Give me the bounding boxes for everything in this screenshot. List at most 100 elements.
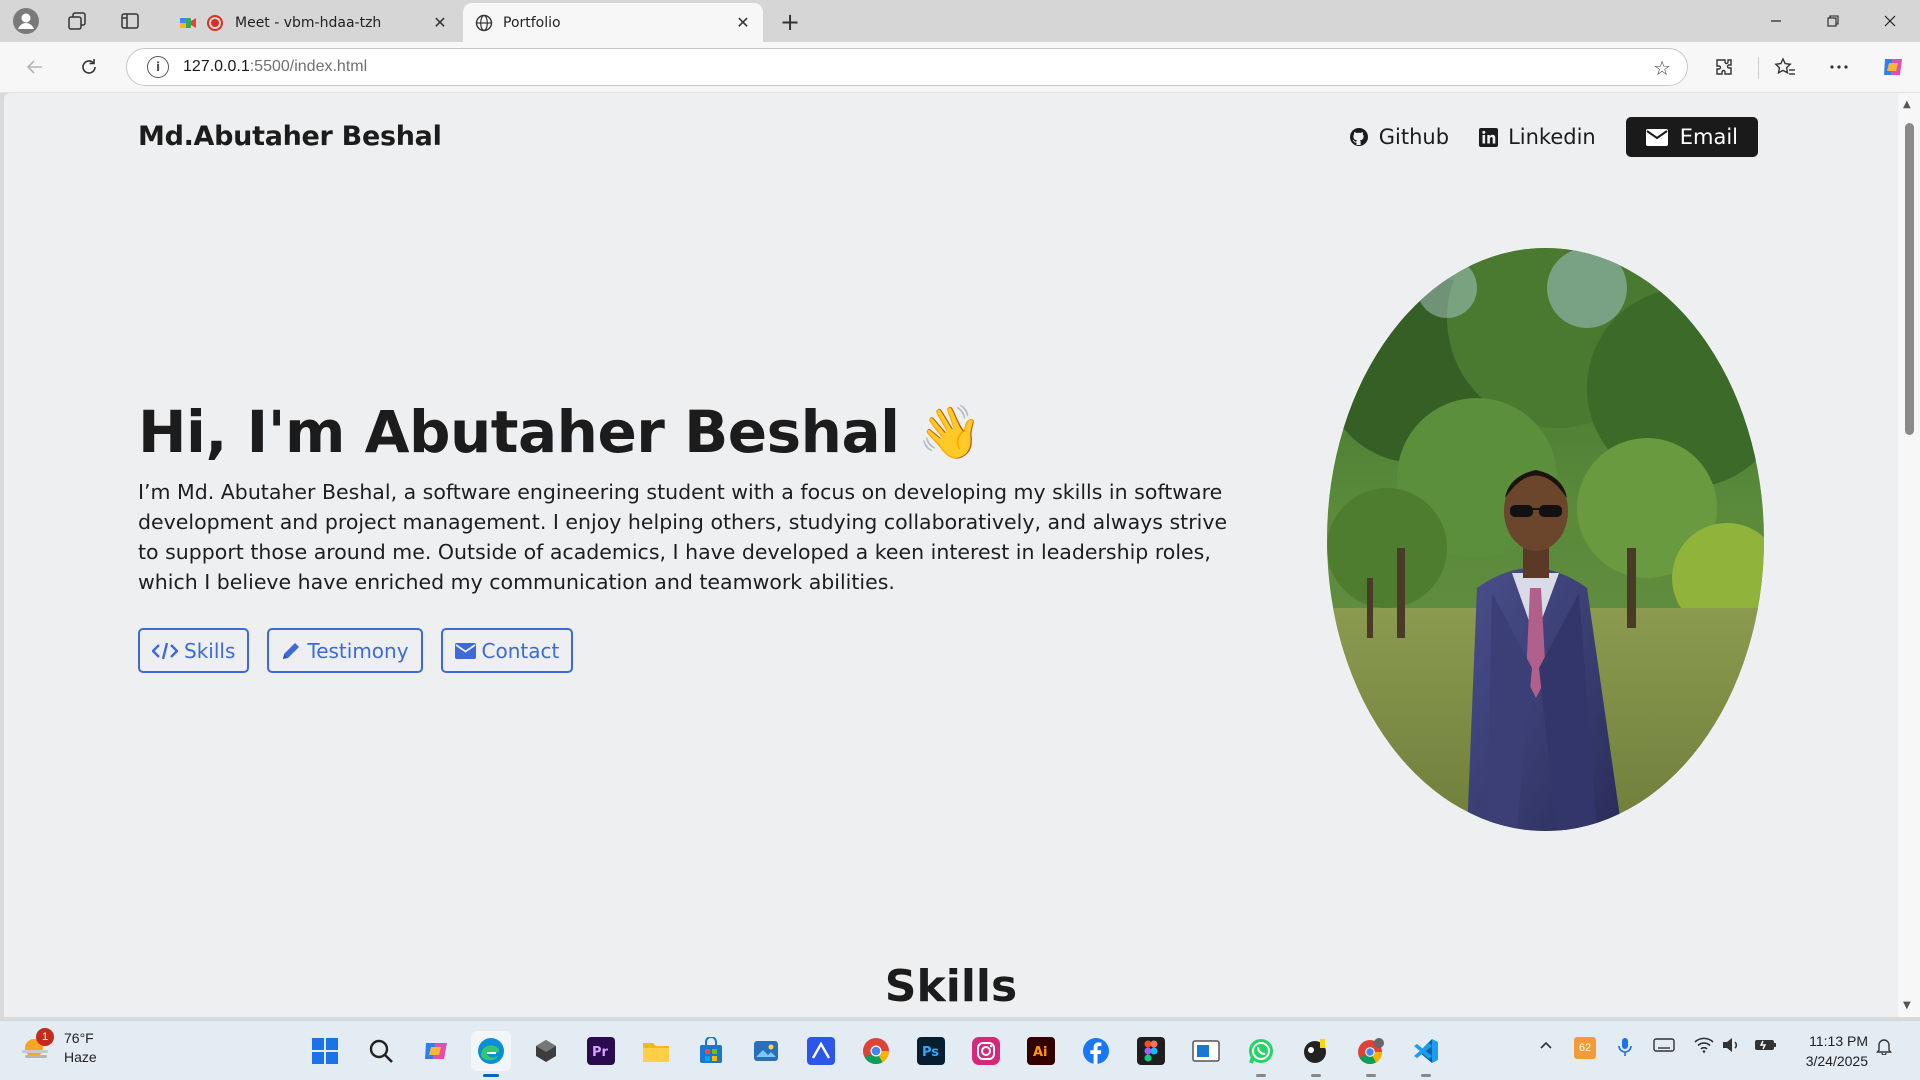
globe-icon: [475, 14, 493, 32]
skills-button[interactable]: Skills: [138, 628, 250, 673]
testimony-label: Testimony: [307, 638, 409, 663]
close-tab-icon[interactable]: ✕: [426, 9, 454, 37]
whatsapp-icon[interactable]: [1241, 1031, 1281, 1077]
game-app-icon[interactable]: [1296, 1031, 1336, 1077]
cube-app-icon[interactable]: [526, 1031, 566, 1071]
svg-text:Ai: Ai: [1033, 1045, 1048, 1060]
haze-weather-icon: 1: [20, 1028, 54, 1064]
weather-notification-badge: 1: [36, 1028, 54, 1046]
keyboard-icon[interactable]: [1653, 1037, 1675, 1057]
github-label: Github: [1378, 125, 1450, 149]
photos-app-icon[interactable]: [746, 1031, 786, 1071]
linkedin-link[interactable]: Linkedin: [1479, 125, 1596, 149]
wifi-icon[interactable]: [1694, 1037, 1714, 1057]
brand-name[interactable]: Md.Abutaher Beshal: [138, 117, 442, 157]
more-menu-icon[interactable]: [1822, 50, 1856, 84]
close-tab-icon[interactable]: ✕: [729, 9, 757, 37]
back-button[interactable]: [18, 50, 52, 84]
scrollbar-thumb[interactable]: [1905, 123, 1914, 435]
pencil-icon: [281, 641, 301, 661]
profile-icon[interactable]: [12, 7, 40, 35]
tab-portfolio[interactable]: Portfolio ✕: [463, 3, 763, 42]
scroll-down-icon[interactable]: ▼: [1903, 1000, 1911, 1011]
minimize-button[interactable]: [1748, 0, 1804, 42]
restore-button[interactable]: [1805, 0, 1861, 42]
code-icon: [152, 642, 178, 660]
meet-icon: [179, 14, 197, 32]
new-tab-button[interactable]: +: [775, 7, 805, 37]
chrome-profile-icon[interactable]: [1351, 1031, 1391, 1077]
notification-bell-icon[interactable]: [1875, 1037, 1893, 1059]
testimony-button[interactable]: Testimony: [267, 628, 423, 673]
favorites-icon[interactable]: [1768, 50, 1802, 84]
skills-label: Skills: [184, 638, 236, 663]
url-host: 127.0.0.1: [183, 58, 250, 75]
pen-app-icon[interactable]: [801, 1031, 841, 1071]
browser-toolbar: i 127.0.0.1:5500/index.html ☆: [0, 42, 1920, 93]
hero-description: I’m Md. Abutaher Beshal, a software engi…: [138, 480, 1228, 594]
search-icon[interactable]: [361, 1031, 401, 1071]
photoshop-icon[interactable]: Ps: [911, 1031, 951, 1071]
profile-photo: [1327, 248, 1764, 831]
file-explorer-icon[interactable]: [636, 1031, 676, 1071]
contact-label: Contact: [481, 638, 560, 663]
running-indicator: [1421, 1074, 1431, 1077]
envelope-icon: [454, 642, 476, 659]
figma-icon[interactable]: [1131, 1031, 1171, 1071]
workspaces-icon[interactable]: [63, 7, 91, 35]
system-clock[interactable]: 11:13 PM 3/24/2025: [1806, 1031, 1868, 1071]
hero-buttons: Skills Testimony Contact: [138, 628, 591, 673]
running-indicator: [1256, 1074, 1266, 1077]
illustrator-icon[interactable]: Ai: [1021, 1031, 1061, 1071]
waving-hand-icon: 👋: [917, 402, 982, 463]
extensions-icon[interactable]: [1707, 50, 1741, 84]
tab-title: Meet - vbm-hdaa-tzh: [235, 14, 382, 31]
microphone-icon[interactable]: [1617, 1037, 1633, 1061]
chrome-icon[interactable]: [856, 1031, 896, 1071]
instagram-icon[interactable]: [966, 1031, 1006, 1071]
tray-app-badge[interactable]: 62: [1574, 1037, 1596, 1059]
page-viewport: Md.Abutaher Beshal Github Linkedin Email: [4, 93, 1898, 1017]
tab-meet[interactable]: Meet - vbm-hdaa-tzh ✕: [167, 3, 460, 42]
envelope-icon: [1645, 128, 1668, 146]
browser-tab-strip: Meet - vbm-hdaa-tzh ✕ Portfolio ✕ +: [0, 0, 1920, 42]
clock-time: 11:13 PM: [1809, 1033, 1868, 1049]
github-icon: [1349, 127, 1369, 147]
email-button[interactable]: Email: [1625, 117, 1758, 157]
vscode-icon[interactable]: [1406, 1031, 1446, 1077]
github-link[interactable]: Github: [1349, 125, 1449, 149]
toolbar-divider: [1758, 57, 1759, 79]
copilot-icon[interactable]: [1876, 50, 1910, 84]
volume-icon[interactable]: [1722, 1037, 1740, 1057]
premiere-pro-icon[interactable]: Pr: [581, 1031, 621, 1071]
close-window-button[interactable]: [1862, 0, 1918, 42]
weather-condition: Haze: [64, 1049, 97, 1065]
hero-title-text: Hi, I'm Abutaher Beshal: [138, 398, 900, 466]
url-path: :5500/index.html: [249, 58, 368, 75]
site-navbar: Md.Abutaher Beshal Github Linkedin Email: [138, 117, 1758, 157]
scroll-up-icon[interactable]: ▲: [1903, 99, 1911, 110]
favorite-star-icon[interactable]: ☆: [1653, 56, 1671, 80]
weather-temp: 76°F: [64, 1030, 94, 1046]
window-app-icon[interactable]: [1186, 1031, 1226, 1071]
weather-widget[interactable]: 1 76°F Haze: [20, 1028, 97, 1067]
battery-icon[interactable]: [1754, 1037, 1778, 1057]
site-info-icon[interactable]: i: [147, 56, 169, 78]
edge-browser-icon[interactable]: [471, 1031, 511, 1077]
copilot-taskbar-icon[interactable]: [416, 1031, 456, 1071]
facebook-icon[interactable]: [1076, 1031, 1116, 1071]
windows-taskbar: 1 76°F Haze Pr Ps Ai 62 11:13 PM 3/24/20…: [0, 1020, 1920, 1080]
vertical-tabs-icon[interactable]: [116, 7, 144, 35]
running-indicator: [1311, 1074, 1321, 1077]
active-indicator: [483, 1074, 499, 1077]
show-hidden-icons[interactable]: [1538, 1037, 1554, 1057]
address-bar[interactable]: i 127.0.0.1:5500/index.html ☆: [126, 48, 1688, 86]
refresh-button[interactable]: [72, 50, 106, 84]
page-scrollbar[interactable]: ▲ ▼: [1898, 93, 1920, 1017]
svg-text:Ps: Ps: [922, 1045, 939, 1060]
contact-button[interactable]: Contact: [440, 628, 574, 673]
linkedin-icon: [1479, 127, 1499, 147]
microsoft-store-icon[interactable]: [691, 1031, 731, 1071]
linkedin-label: Linkedin: [1508, 125, 1596, 149]
start-button[interactable]: [305, 1031, 345, 1071]
